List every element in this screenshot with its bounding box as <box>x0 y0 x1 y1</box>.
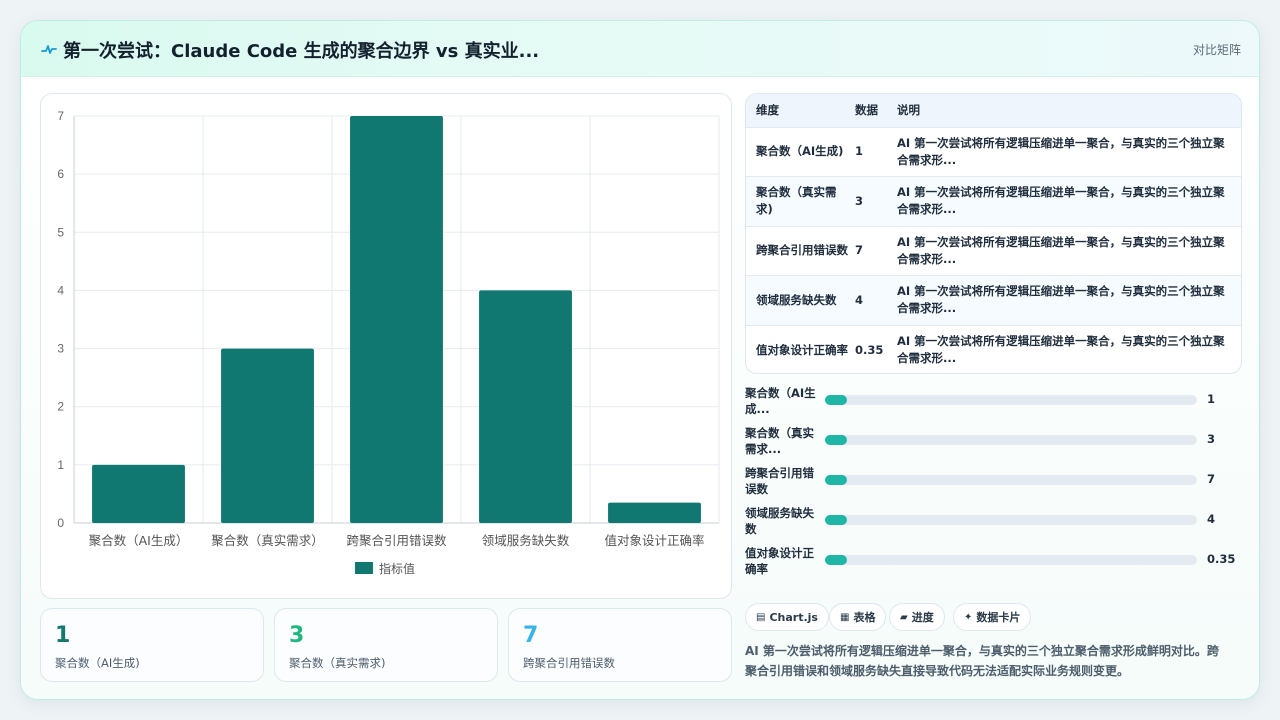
cell-description: AI 第一次尝试将所有逻辑压缩进单一聚合，与真实的三个独立聚合需求形... <box>897 135 1225 167</box>
col-header-description: 说明 <box>897 103 920 118</box>
progress-row: 领域服务缺失数 4 <box>745 505 1245 537</box>
progress-track <box>825 475 1197 485</box>
cell-dimension: 值对象设计正确率 <box>756 342 848 357</box>
y-tick-label: 3 <box>57 342 64 356</box>
cell-description: AI 第一次尝试将所有逻辑压缩进单一聚合，与真实的三个独立聚合需求形... <box>897 234 1225 266</box>
x-tick-label: 聚合数（AI生成） <box>89 533 189 548</box>
legend-swatch <box>355 562 373 574</box>
progress-value: 7 <box>1207 472 1216 486</box>
y-tick-label: 2 <box>57 400 64 414</box>
stat-value: 1 <box>55 623 71 648</box>
table-row: 领域服务缺失数 4 AI 第一次尝试将所有逻辑压缩进单一聚合，与真实的三个独立聚… <box>746 275 1241 325</box>
bar <box>608 502 701 523</box>
bar-chart: 0 1 2 3 4 5 6 7 聚合数（AI生成） 聚合数（真实需求） 跨聚合引用错误数 领域服务缺失… <box>57 109 720 576</box>
sparkle-icon: ✦ <box>964 611 973 623</box>
progress-icon: ▰ <box>900 611 908 623</box>
chip-table[interactable]: ▦ 表格 <box>829 603 887 631</box>
progress-fill <box>825 395 848 405</box>
chart-icon: ▤ <box>756 611 766 623</box>
table-row: 聚合数（真实需求) 3 AI 第一次尝试将所有逻辑压缩进单一聚合，与真实的三个独… <box>746 176 1241 226</box>
table-row: 值对象设计正确率 0.35 AI 第一次尝试将所有逻辑压缩进单一聚合，与真实的三… <box>746 325 1241 373</box>
legend-label: 指标值 <box>379 561 415 576</box>
stat-label: 聚合数（AI生成) <box>55 656 140 670</box>
cell-value: 1 <box>855 144 864 159</box>
progress-row: 聚合数（AI生成... 1 <box>745 385 1245 417</box>
cell-dimension: 跨聚合引用错误数 <box>756 243 848 258</box>
progress-track <box>825 555 1197 565</box>
stat-label: 跨聚合引用错误数 <box>523 656 615 670</box>
x-tick-label: 值对象设计正确率 <box>604 533 704 548</box>
progress-value: 0.35 <box>1207 552 1236 566</box>
stat-label: 聚合数（真实需求) <box>289 656 386 670</box>
y-tick-label: 7 <box>57 109 64 123</box>
progress-value: 3 <box>1207 432 1216 446</box>
progress-label: 聚合数（真实需求... <box>745 426 814 456</box>
table-header-row: 维度 数据 说明 <box>746 94 1241 127</box>
bar <box>92 464 185 523</box>
data-table: 维度 数据 说明 聚合数（AI生成) 1 AI 第一次尝试将所有逻辑压缩进单一聚… <box>745 93 1242 374</box>
dashboard-card: 第一次尝试：Claude Code 生成的聚合边界 vs 真实业... 对比矩阵… <box>20 20 1260 700</box>
progress-label: 聚合数（AI生成... <box>745 386 816 416</box>
progress-fill <box>825 555 848 565</box>
bar <box>221 348 314 523</box>
progress-label: 值对象设计正确率 <box>745 546 814 576</box>
table-row: 跨聚合引用错误数 7 AI 第一次尝试将所有逻辑压缩进单一聚合，与真实的三个独立… <box>746 226 1241 276</box>
progress-fill <box>825 435 848 445</box>
header: 第一次尝试：Claude Code 生成的聚合边界 vs 真实业... 对比矩阵 <box>21 21 1259 77</box>
progress-row: 聚合数（真实需求... 3 <box>745 425 1245 457</box>
x-tick-label: 领域服务缺失数 <box>482 533 570 548</box>
cell-value: 4 <box>855 292 864 307</box>
pulse-line-icon <box>41 45 57 54</box>
y-tick-label: 4 <box>57 283 64 297</box>
progress-track <box>825 515 1197 525</box>
progress-row: 跨聚合引用错误数 7 <box>745 465 1245 497</box>
progress-value: 4 <box>1207 512 1216 526</box>
view-tag[interactable]: 对比矩阵 <box>1193 41 1241 58</box>
stat-value: 3 <box>289 623 305 648</box>
chip-label: 数据卡片 <box>976 611 1021 624</box>
bar-chart-panel: 0 1 2 3 4 5 6 7 聚合数（AI生成） 聚合数（真实需求） 跨聚合引用错误数 领域服务缺失… <box>40 93 732 599</box>
chip-chartjs[interactable]: ▤ Chart.js <box>745 603 829 631</box>
summary-text: AI 第一次尝试将所有逻辑压缩进单一聚合，与真实的三个独立聚合需求形成鲜明对比。… <box>745 644 1219 678</box>
progress-label: 领域服务缺失数 <box>745 506 814 536</box>
cell-description: AI 第一次尝试将所有逻辑压缩进单一聚合，与真实的三个独立聚合需求形... <box>897 185 1225 217</box>
progress-fill <box>825 475 848 485</box>
cell-description: AI 第一次尝试将所有逻辑压缩进单一聚合，与真实的三个独立聚合需求形... <box>897 334 1225 365</box>
y-tick-label: 0 <box>57 516 64 530</box>
stat-value: 7 <box>523 623 539 648</box>
chip-progress[interactable]: ▰ 进度 <box>889 603 945 631</box>
cell-dimension: 聚合数（AI生成) <box>756 144 844 159</box>
y-tick-label: 1 <box>57 458 64 472</box>
progress-value: 1 <box>1207 392 1216 406</box>
x-tick-label: 跨聚合引用错误数 <box>346 533 447 548</box>
page-title: 第一次尝试：Claude Code 生成的聚合边界 vs 真实业... <box>63 41 540 62</box>
table-icon: ▦ <box>840 611 850 623</box>
chip-label: 进度 <box>911 611 934 624</box>
table-row: 聚合数（AI生成) 1 AI 第一次尝试将所有逻辑压缩进单一聚合，与真实的三个独… <box>746 127 1241 177</box>
cell-value: 3 <box>855 193 864 208</box>
chip-label: Chart.js <box>769 610 818 624</box>
cell-value: 7 <box>855 243 864 258</box>
cell-description: AI 第一次尝试将所有逻辑压缩进单一聚合，与真实的三个独立聚合需求形... <box>897 284 1225 316</box>
progress-track <box>825 435 1197 445</box>
bar <box>350 116 443 523</box>
col-header-dimension: 维度 <box>756 103 779 118</box>
bar <box>479 290 572 523</box>
chip-data-card[interactable]: ✦ 数据卡片 <box>953 603 1032 631</box>
cell-value: 0.35 <box>855 342 884 357</box>
x-tick-label: 聚合数（真实需求） <box>211 533 324 548</box>
stat-card: 3 聚合数（真实需求) <box>274 608 498 682</box>
stat-card: 1 聚合数（AI生成) <box>40 608 264 682</box>
y-tick-label: 5 <box>57 225 64 239</box>
cell-dimension: 领域服务缺失数 <box>756 292 837 307</box>
progress-row: 值对象设计正确率 0.35 <box>745 545 1245 577</box>
col-header-data: 数据 <box>855 103 878 118</box>
progress-label: 跨聚合引用错误数 <box>745 466 814 496</box>
progress-track <box>825 395 1197 405</box>
cell-dimension: 聚合数（真实需求) <box>756 185 837 217</box>
y-tick-label: 6 <box>57 167 64 181</box>
progress-fill <box>825 515 848 525</box>
chip-label: 表格 <box>853 611 876 624</box>
stat-card: 7 跨聚合引用错误数 <box>508 608 732 682</box>
